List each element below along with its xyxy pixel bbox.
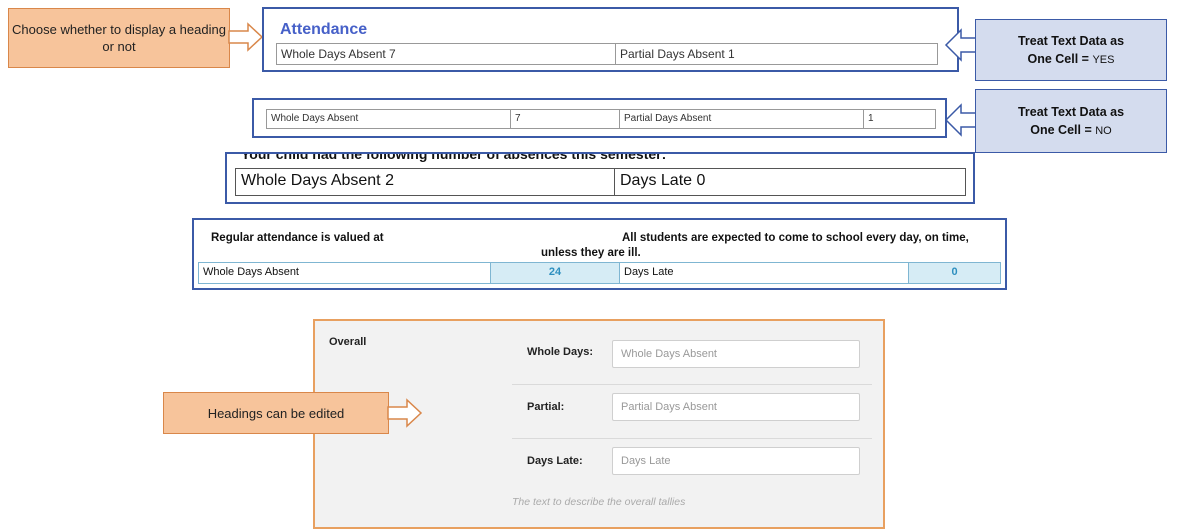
cell-days-late-label: Days Late bbox=[620, 263, 909, 283]
cell-days-late-count: 0 bbox=[909, 263, 1000, 283]
input-whole-days[interactable]: Whole Days Absent bbox=[612, 340, 860, 368]
overall-hint: The text to describe the overall tallies bbox=[512, 496, 686, 508]
attendance-row-yes: Whole Days Absent 7 Partial Days Absent … bbox=[276, 43, 938, 65]
attendance-panel-yes: Attendance Whole Days Absent 7 Partial D… bbox=[262, 7, 959, 72]
heading-choice-callout: Choose whether to display a heading or n… bbox=[8, 8, 230, 68]
input-partial[interactable]: Partial Days Absent bbox=[612, 393, 860, 421]
regular-heading-left: Regular attendance is valued at bbox=[211, 232, 384, 244]
cell-partial-days-value: 1 bbox=[868, 113, 874, 124]
treat-text-yes-callout: Treat Text Data as One Cell = YES bbox=[975, 19, 1167, 81]
absences-row: Whole Days Absent 2 Days Late 0 bbox=[235, 168, 966, 196]
input-days-late[interactable]: Days Late bbox=[612, 447, 860, 475]
attendance-heading: Attendance bbox=[280, 21, 368, 38]
regular-heading-right: All students are expected to come to sch… bbox=[622, 232, 969, 244]
treat-text-no-callout: Treat Text Data as One Cell = NO bbox=[975, 89, 1167, 153]
cell-whole-days-absent: Whole Days Absent bbox=[199, 263, 491, 283]
label-days-late: Days Late: bbox=[527, 455, 583, 467]
callout-yes-line1: Treat Text Data as bbox=[1017, 33, 1125, 48]
label-partial: Partial: bbox=[527, 401, 565, 413]
headings-edited-callout: Headings can be edited bbox=[163, 392, 389, 434]
cell-whole-days-count: 24 bbox=[491, 263, 620, 283]
callout-yes-line2: One Cell = YES bbox=[1027, 51, 1115, 66]
absences-caption: Your child had the following number of a… bbox=[241, 152, 667, 162]
cell-whole-days-label: Whole Days Absent bbox=[267, 110, 511, 128]
section-label-overall: Overall bbox=[329, 336, 367, 348]
headings-edited-text: Headings can be edited bbox=[207, 405, 345, 421]
cell-partial-days: Partial Days Absent 1 bbox=[620, 47, 735, 61]
cell-days-late: Days Late 0 bbox=[620, 172, 706, 189]
input-whole-days-placeholder: Whole Days Absent bbox=[621, 348, 717, 360]
attendance-row-no: Whole Days Absent 7 Partial Days Absent … bbox=[266, 109, 936, 129]
regular-row: Whole Days Absent 24 Days Late 0 bbox=[198, 262, 1001, 284]
heading-choice-text: Choose whether to display a heading or n… bbox=[12, 22, 226, 54]
input-days-late-placeholder: Days Late bbox=[621, 455, 671, 467]
arrow-right-icon bbox=[228, 22, 264, 52]
cell-whole-days-value: 7 bbox=[511, 110, 620, 128]
label-whole-days: Whole Days: bbox=[527, 346, 594, 358]
form-divider bbox=[512, 438, 872, 439]
callout-no-line2: One Cell = NO bbox=[1030, 122, 1112, 137]
arrow-right-icon bbox=[387, 398, 423, 428]
attendance-panel-no: Whole Days Absent 7 Partial Days Absent … bbox=[252, 98, 947, 138]
regular-heading-right2: unless they are ill. bbox=[541, 247, 641, 259]
cell-whole-days: Whole Days Absent 7 bbox=[277, 44, 616, 64]
input-partial-placeholder: Partial Days Absent bbox=[621, 401, 717, 413]
cell-whole-days-absent: Whole Days Absent 2 bbox=[236, 169, 615, 195]
absences-panel: Your child had the following number of a… bbox=[225, 152, 975, 204]
callout-no-line1: Treat Text Data as bbox=[1017, 104, 1125, 119]
regular-attendance-panel: Regular attendance is valued at All stud… bbox=[192, 218, 1007, 290]
cell-partial-days-label: Partial Days Absent bbox=[620, 110, 864, 128]
form-divider bbox=[512, 384, 872, 385]
